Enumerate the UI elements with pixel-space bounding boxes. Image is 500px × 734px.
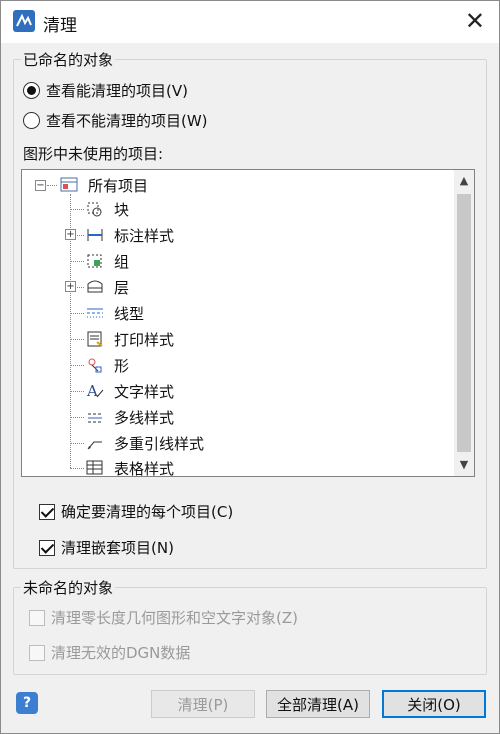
scroll-thumb[interactable] <box>457 194 471 452</box>
unused-items-tree[interactable]: − 所有项目 块 + 标注样式 组 + 层 线型 打印样式 形 A 文字样式 多… <box>21 169 475 480</box>
purge-button[interactable]: 清理(P) <box>151 690 255 718</box>
named-objects-title: 已命名的对象 <box>21 49 116 70</box>
tree-item-label: 多重引线样式 <box>114 434 205 453</box>
tree-item-root[interactable]: 所有项目 <box>58 173 148 197</box>
dimension-style-icon <box>84 225 106 245</box>
plot-style-icon <box>84 329 106 349</box>
purge-dialog: 清理 ✕ 已命名的对象 查看能清理的项目(V) 查看不能清理的项目(W) 图形中… <box>0 0 500 734</box>
checkbox-confirm-each-box[interactable] <box>39 503 55 520</box>
tree-connector-line <box>70 339 84 340</box>
checkbox-zero-length[interactable]: 清理零长度几何图形和空文字对象(Z) <box>29 607 298 628</box>
radio-view-purgeable-label: 查看能清理的项目(V) <box>46 82 188 100</box>
tree-connector-line <box>77 235 84 236</box>
multiline-style-icon <box>84 407 106 427</box>
tree-label: 图形中未使用的项目: <box>23 145 164 163</box>
tree-connector-line <box>77 287 84 288</box>
tree-item-label: 组 <box>114 252 130 271</box>
tree-item-dimension-style[interactable]: 标注样式 <box>84 223 174 247</box>
tree-connector-line <box>70 443 84 444</box>
tree-item-label: 多线样式 <box>114 408 175 427</box>
checkbox-zero-length-label: 清理零长度几何图形和空文字对象(Z) <box>51 609 298 627</box>
tree-connector-line <box>47 185 57 186</box>
collapse-icon[interactable]: − <box>35 180 46 191</box>
tree-item-label: 标注样式 <box>114 226 175 245</box>
tree-connector-line <box>70 391 84 392</box>
checkbox-dgn-data-label: 清理无效的DGN数据 <box>51 644 191 662</box>
tree-item-label: 线型 <box>114 304 145 323</box>
radio-view-unpurgeable[interactable]: 查看不能清理的项目(W) <box>23 110 208 131</box>
checkbox-purge-nested-box[interactable] <box>39 539 55 556</box>
scroll-down-icon[interactable]: ▼ <box>454 454 474 476</box>
tree-item-linetype[interactable]: 线型 <box>84 301 144 325</box>
tree-item-label: 块 <box>114 200 130 219</box>
tree-item-label: 层 <box>114 278 130 297</box>
radio-view-purgeable[interactable]: 查看能清理的项目(V) <box>23 80 188 101</box>
purge-all-button[interactable]: 全部清理(A) <box>266 690 370 718</box>
title-bar: 清理 ✕ <box>1 1 499 43</box>
tree-connector-line <box>70 417 84 418</box>
tree-connector-line <box>70 209 84 210</box>
multileader-style-icon <box>84 433 106 453</box>
scroll-up-icon[interactable]: ▲ <box>454 170 474 192</box>
text-style-icon: A <box>84 381 106 401</box>
checkbox-confirm-each[interactable]: 确定要清理的每个项目(C) <box>39 501 233 522</box>
tree-item-table-style[interactable]: 表格样式 <box>84 456 174 480</box>
checkbox-dgn-data-box[interactable] <box>29 644 45 661</box>
close-icon[interactable]: ✕ <box>465 7 485 35</box>
svg-text:A: A <box>86 382 98 400</box>
radio-view-unpurgeable-label: 查看不能清理的项目(W) <box>46 112 208 130</box>
linetype-icon <box>84 303 106 323</box>
shape-icon <box>84 355 106 375</box>
tree-item-shape[interactable]: 形 <box>84 353 129 377</box>
checkbox-dgn-data[interactable]: 清理无效的DGN数据 <box>29 642 190 663</box>
tree-item-plot-style[interactable]: 打印样式 <box>84 327 174 351</box>
block-icon <box>84 199 106 219</box>
tree-connector-line <box>70 261 84 262</box>
tree-item-multileader-style[interactable]: 多重引线样式 <box>84 431 204 455</box>
help-icon[interactable]: ? <box>16 692 38 714</box>
checkbox-zero-length-box[interactable] <box>29 609 45 626</box>
unnamed-objects-title: 未命名的对象 <box>21 577 116 598</box>
tree-item-label: 文字样式 <box>114 382 175 401</box>
table-style-icon <box>84 458 106 478</box>
tree-item-group[interactable]: 组 <box>84 249 129 273</box>
all-items-icon <box>58 175 80 195</box>
layer-icon <box>84 277 106 297</box>
window-title: 清理 <box>43 16 77 36</box>
tree-connector-line <box>70 313 84 314</box>
expand-icon[interactable]: + <box>65 229 76 240</box>
tree-item-label: 打印样式 <box>114 330 175 349</box>
radio-view-purgeable-indicator[interactable] <box>23 82 40 99</box>
tree-item-label: 表格样式 <box>114 459 175 478</box>
radio-view-unpurgeable-indicator[interactable] <box>23 112 40 129</box>
close-button[interactable]: 关闭(O) <box>382 690 486 718</box>
tree-item-text-style[interactable]: A 文字样式 <box>84 379 174 403</box>
app-logo-icon <box>13 10 35 32</box>
tree-scrollbar[interactable]: ▲ ▼ <box>454 170 474 476</box>
tree-item-root-label: 所有项目 <box>88 176 149 195</box>
tree-item-label: 形 <box>114 356 130 375</box>
group-icon <box>84 251 106 271</box>
tree-connector-line <box>70 365 84 366</box>
checkbox-purge-nested-label: 清理嵌套项目(N) <box>61 539 174 557</box>
tree-item-multiline-style[interactable]: 多线样式 <box>84 405 174 429</box>
tree-item-layer[interactable]: 层 <box>84 275 129 299</box>
expand-icon[interactable]: + <box>65 281 76 292</box>
checkbox-confirm-each-label: 确定要清理的每个项目(C) <box>61 503 234 521</box>
tree-connector-line <box>70 468 84 469</box>
tree-item-block[interactable]: 块 <box>84 197 129 221</box>
checkbox-purge-nested[interactable]: 清理嵌套项目(N) <box>39 537 174 558</box>
